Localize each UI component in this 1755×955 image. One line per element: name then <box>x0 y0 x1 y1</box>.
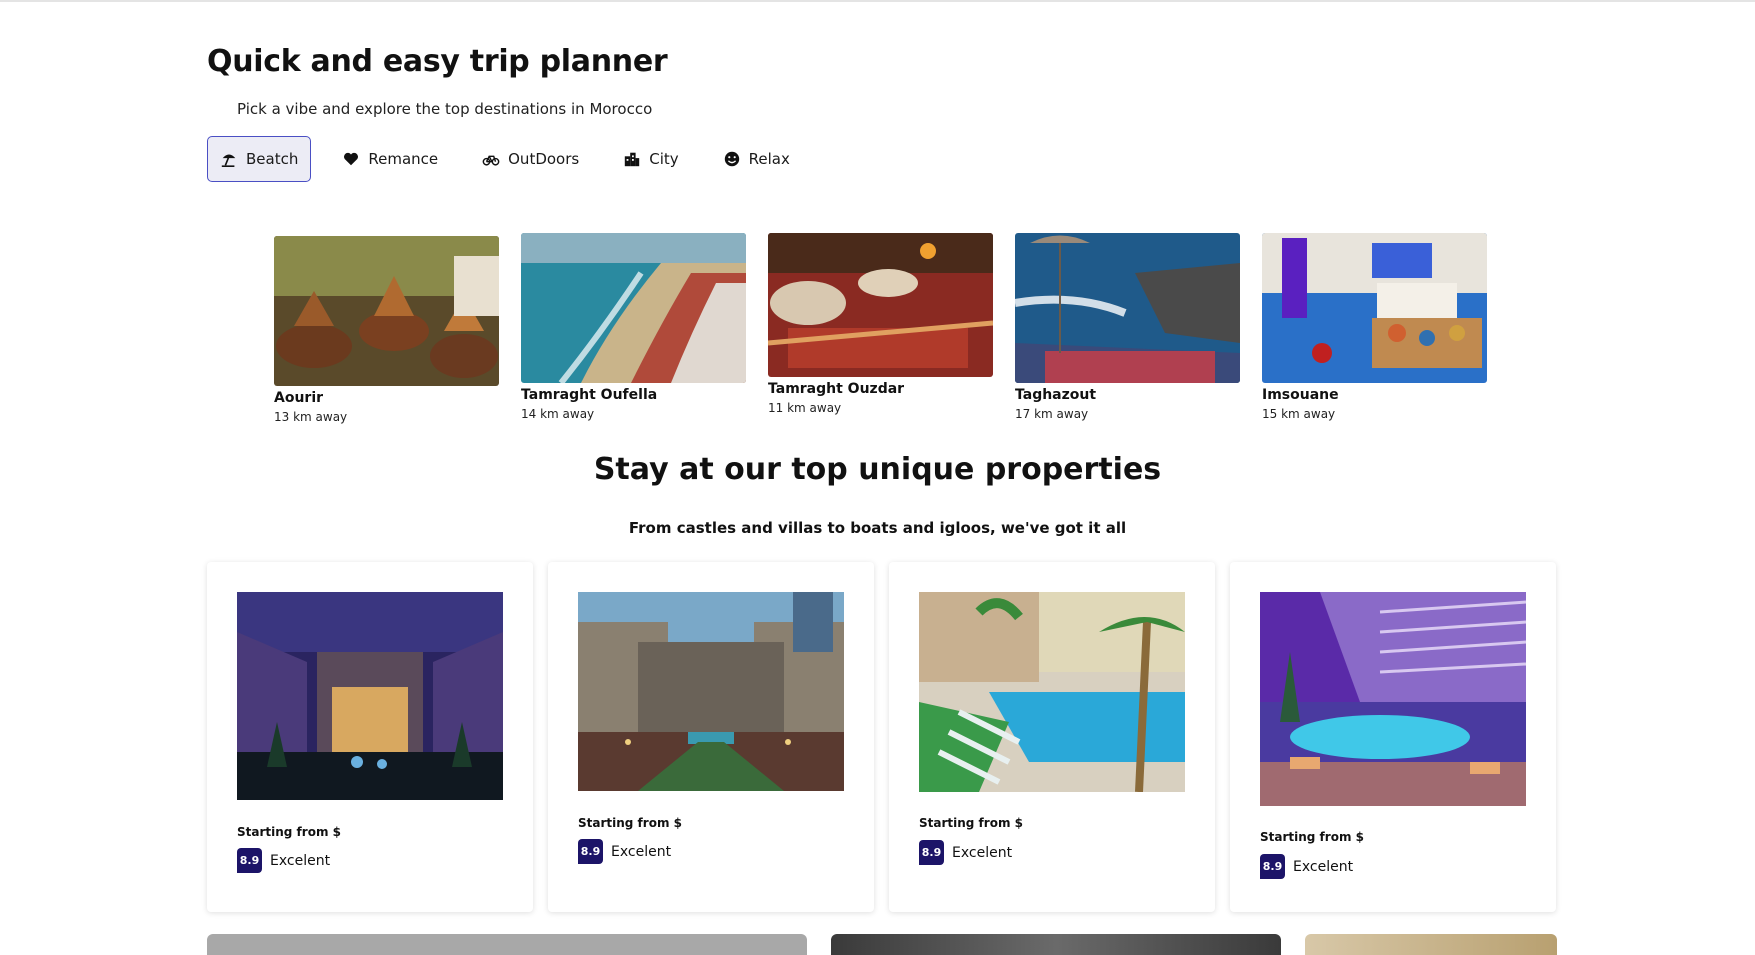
properties-title: Stay at our top unique properties <box>593 452 1162 487</box>
destination-photo <box>274 236 499 386</box>
score-badge: 8.9 <box>1260 854 1285 879</box>
price-from: Starting from $ <box>237 825 341 839</box>
rating-label: Excelent <box>952 844 1013 861</box>
rating-label: Excelent <box>270 852 331 869</box>
destination-name: Taghazout <box>1015 387 1097 403</box>
destinations-row: Aourir 13 km away Tamraght Oufella 14 km… <box>274 233 1514 428</box>
score-badge: 8.9 <box>919 840 944 865</box>
vibe-tabs: Beatch Remance OutDoors City Relax <box>207 136 821 182</box>
rating: 8.9 Excelent <box>1260 854 1353 879</box>
destination-photo <box>1262 233 1487 383</box>
rating-label: Excelent <box>611 843 672 860</box>
tab-beatch[interactable]: Beatch <box>207 136 312 182</box>
tab-relax[interactable]: Relax <box>710 136 803 182</box>
smiley-face-icon <box>724 151 739 167</box>
price-from: Starting from $ <box>578 816 682 830</box>
destination-name: Aourir <box>274 390 324 406</box>
properties-subtitle: From castles and villas to boats and igl… <box>628 519 1127 537</box>
destination-photo <box>768 233 993 377</box>
heart-icon <box>344 152 359 166</box>
tab-label: Beatch <box>246 150 299 168</box>
tab-label: Relax <box>748 150 790 168</box>
tab-label: City <box>649 150 679 168</box>
destination-distance: 11 km away <box>768 401 842 415</box>
property-card[interactable]: Starting from $ 8.9 Excelent <box>1230 562 1556 912</box>
property-card[interactable]: Starting from $ 8.9 Excelent <box>548 562 874 912</box>
planner-subtitle: Pick a vibe and explore the top destinat… <box>237 100 653 118</box>
top-divider <box>0 0 1755 2</box>
destination-name: Tamraght Oufella <box>521 387 658 403</box>
city-buildings-icon <box>625 152 640 167</box>
rating: 8.9 Excelent <box>919 840 1012 865</box>
property-card[interactable]: Starting from $ 8.9 Excelent <box>889 562 1215 912</box>
destination-card-imsouane[interactable]: Imsouane 15 km away <box>1262 233 1487 421</box>
destination-photo <box>1015 233 1240 383</box>
property-photo <box>1260 592 1526 806</box>
destination-card-tamraght-ouzdar[interactable]: Tamraght Ouzdar 11 km away <box>768 233 993 415</box>
destination-card-aourir[interactable]: Aourir 13 km away <box>274 236 499 424</box>
rating: 8.9 Excelent <box>237 848 330 873</box>
tab-label: OutDoors <box>508 150 580 168</box>
price-from: Starting from $ <box>919 816 1023 830</box>
destination-distance: 14 km away <box>521 407 595 421</box>
beach-umbrella-icon <box>221 154 236 168</box>
next-section-image <box>1305 934 1557 955</box>
destination-distance: 13 km away <box>274 410 348 424</box>
destination-name: Tamraght Ouzdar <box>768 381 905 397</box>
price-from: Starting from $ <box>1260 830 1364 844</box>
tab-city[interactable]: City <box>610 136 691 182</box>
score-badge: 8.9 <box>237 848 262 873</box>
property-card[interactable]: Starting from $ 8.9 Excelent <box>207 562 533 912</box>
rating-label: Excelent <box>1293 858 1354 875</box>
destination-name: Imsouane <box>1262 387 1339 403</box>
destination-card-tamraght-oufella[interactable]: Tamraght Oufella 14 km away <box>521 233 746 421</box>
bicycle-icon <box>482 155 500 166</box>
destination-distance: 17 km away <box>1015 407 1089 421</box>
score-badge: 8.9 <box>578 839 603 864</box>
destination-photo <box>521 233 746 383</box>
rating: 8.9 Excelent <box>578 839 671 864</box>
property-photo <box>237 592 503 800</box>
property-photo <box>919 592 1185 792</box>
tab-remance[interactable]: Remance <box>329 136 451 182</box>
tab-label: Remance <box>368 150 439 168</box>
next-section-image <box>831 934 1281 955</box>
planner-title: Quick and easy trip planner <box>207 44 668 79</box>
destination-card-taghazout[interactable]: Taghazout 17 km away <box>1015 233 1240 421</box>
destination-distance: 15 km away <box>1262 407 1336 421</box>
next-section-image <box>207 934 807 955</box>
tab-outdoors[interactable]: OutDoors <box>469 136 592 182</box>
property-photo <box>578 592 844 791</box>
